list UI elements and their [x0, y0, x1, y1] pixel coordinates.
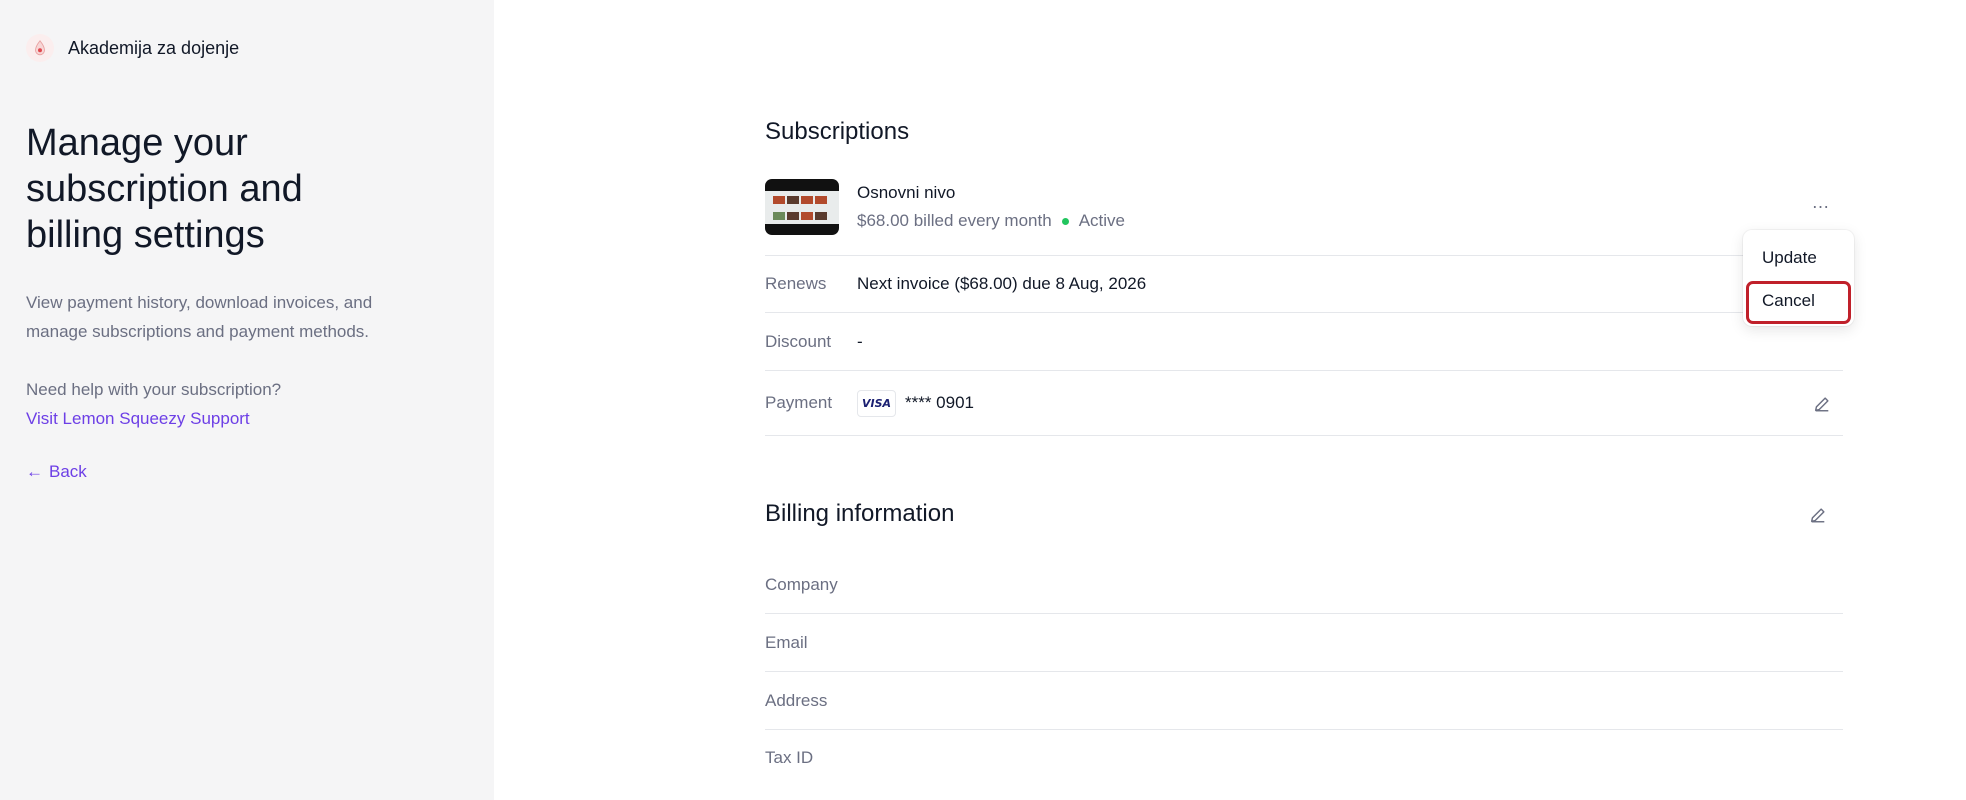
- payment-row: Payment VISA **** 0901: [765, 370, 1843, 436]
- status-badge: Active: [1078, 211, 1125, 230]
- intro-text: View payment history, download invoices,…: [26, 293, 373, 341]
- help-text: Need help with your subscription?: [26, 380, 282, 399]
- address-row: Address: [765, 672, 1843, 730]
- edit-billing-button[interactable]: [1805, 502, 1831, 528]
- renews-row: Renews Next invoice ($68.00) due 8 Aug, …: [765, 255, 1843, 312]
- tax-id-label: Tax ID: [765, 748, 814, 767]
- billing-amount: $68.00 billed every month: [857, 211, 1052, 230]
- sidebar: Akademija za dojenje Manage your subscri…: [0, 0, 494, 800]
- payment-label: Payment: [765, 393, 833, 412]
- menu-item-update[interactable]: Update: [1762, 248, 1817, 268]
- tax-id-row: Tax ID: [765, 729, 1843, 787]
- discount-value: -: [857, 331, 863, 351]
- billing-title: Billing information: [765, 500, 955, 527]
- page-title: Manage your subscription and billing set…: [26, 122, 303, 256]
- support-link[interactable]: Visit Lemon Squeezy Support: [26, 404, 250, 433]
- pencil-icon: [1814, 397, 1829, 412]
- subscriptions-title: Subscriptions: [765, 118, 910, 145]
- address-label: Address: [765, 690, 828, 710]
- subscription-actions-menu: Update Cancel: [1743, 230, 1854, 326]
- pencil-icon: [1810, 508, 1825, 523]
- renews-value: Next invoice ($68.00) due 8 Aug, 2026: [857, 274, 1147, 293]
- menu-item-cancel[interactable]: Cancel: [1746, 281, 1851, 324]
- email-row: Email: [765, 614, 1843, 672]
- more-options-button[interactable]: …: [1807, 191, 1835, 213]
- brand-logo-icon: [26, 34, 54, 62]
- company-row: Company: [765, 556, 1843, 614]
- arrow-left-icon: ←: [26, 462, 43, 481]
- subscription-card: Osnovni nivo $68.00 billed every month A…: [765, 179, 1843, 255]
- brand: Akademija za dojenje: [26, 34, 239, 62]
- discount-row: Discount -: [765, 312, 1843, 370]
- card-number: **** 0901: [905, 393, 975, 412]
- payment-value: VISA **** 0901: [857, 389, 975, 417]
- status-dot-icon: [1061, 217, 1069, 225]
- back-link[interactable]: ← Back: [26, 457, 87, 486]
- product-thumbnail: [765, 179, 839, 235]
- company-label: Company: [765, 574, 838, 594]
- visa-card-icon: VISA: [857, 389, 896, 417]
- back-label: Back: [49, 462, 87, 481]
- edit-payment-button[interactable]: [1809, 391, 1835, 417]
- plan-meta: $68.00 billed every month Active: [857, 211, 1125, 231]
- discount-label: Discount: [765, 331, 832, 351]
- renews-label: Renews: [765, 274, 827, 293]
- email-label: Email: [765, 632, 808, 652]
- plan-name: Osnovni nivo: [857, 183, 956, 202]
- brand-name: Akademija za dojenje: [68, 37, 240, 58]
